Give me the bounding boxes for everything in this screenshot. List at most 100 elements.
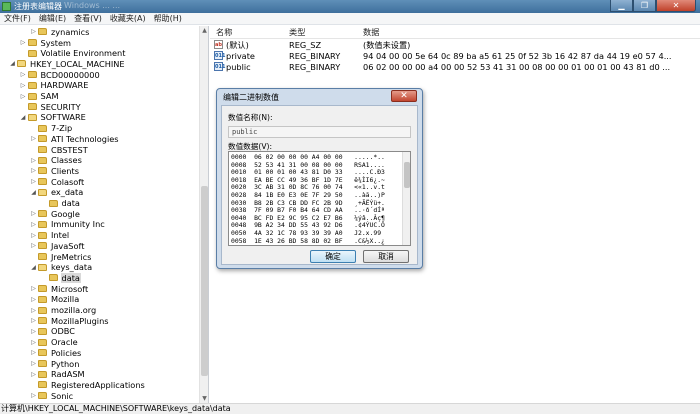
- menu-view[interactable]: 查看(V): [70, 13, 106, 24]
- tree-item[interactable]: ▷ System: [19, 37, 73, 48]
- value-row[interactable]: 011 private REG_BINARY 94 04 00 00 5e 64…: [210, 51, 700, 62]
- expand-arrow-icon[interactable]: ▷: [29, 285, 38, 292]
- minimize-button[interactable]: ▁: [610, 0, 633, 12]
- maximize-button[interactable]: ❐: [633, 0, 656, 12]
- cancel-button[interactable]: 取消: [363, 250, 409, 263]
- hex-editor[interactable]: 0000 06 02 00 00 00 A4 00 00 .....*.. 000…: [228, 151, 411, 246]
- column-header-name[interactable]: 名称: [216, 26, 232, 38]
- tree-item-label: Python: [51, 358, 80, 369]
- tree-item-label: ODBC: [51, 326, 75, 337]
- tree-item[interactable]: SECURITY: [19, 101, 82, 112]
- collapse-arrow-icon[interactable]: ◢: [29, 264, 38, 271]
- tree-item[interactable]: ◢ keys_data: [29, 262, 93, 273]
- expand-arrow-icon[interactable]: ▷: [29, 307, 38, 314]
- tree-item[interactable]: ▷ ODBC: [29, 326, 76, 337]
- expand-arrow-icon[interactable]: ▷: [29, 371, 38, 378]
- tree-item[interactable]: ▷ Intel: [29, 230, 70, 241]
- tree-scrollbar[interactable]: ▲ ▼: [199, 26, 208, 403]
- expand-arrow-icon[interactable]: ▷: [29, 328, 38, 335]
- tree-item[interactable]: ▷ JavaSoft: [29, 241, 85, 252]
- tree-item[interactable]: ▷ HARDWARE: [19, 80, 90, 91]
- folder-icon: [38, 338, 47, 346]
- expand-arrow-icon[interactable]: ▷: [29, 178, 38, 185]
- expand-arrow-icon[interactable]: ▷: [29, 167, 38, 174]
- menu-help[interactable]: 帮助(H): [150, 13, 186, 24]
- expand-arrow-icon[interactable]: ▷: [19, 82, 28, 89]
- tree-item[interactable]: ▷ Clients: [29, 166, 80, 177]
- tree-item-label: SECURITY: [40, 101, 81, 112]
- tree-item[interactable]: ▷ BCD00000000: [19, 69, 101, 80]
- expand-arrow-icon[interactable]: ▷: [19, 93, 28, 100]
- tree-item[interactable]: ▷ Sonic: [29, 390, 74, 401]
- tree-scrollbar-thumb[interactable]: [201, 186, 208, 376]
- scroll-down-arrow-icon[interactable]: ▼: [200, 394, 208, 403]
- scroll-up-arrow-icon[interactable]: ▲: [200, 26, 208, 35]
- collapse-arrow-icon[interactable]: ◢: [19, 114, 28, 121]
- expand-arrow-icon[interactable]: ▷: [29, 296, 38, 303]
- hex-editor-scrollbar[interactable]: [402, 152, 410, 245]
- tree-item-label: Immunity Inc: [51, 219, 105, 230]
- value-name-field[interactable]: public: [228, 126, 411, 138]
- folder-icon: [38, 156, 47, 164]
- tree-item[interactable]: CBSTEST: [29, 144, 89, 155]
- tree-item[interactable]: data: [40, 198, 81, 209]
- tree-item-label: Sonic: [51, 390, 74, 401]
- tree-item[interactable]: ▷ Policies: [29, 348, 82, 359]
- tree-item[interactable]: ▷ mozilla.org: [29, 305, 97, 316]
- registry-tree[interactable]: ▲ ▼ ▷ zynamics ▷ System Volatile Environment…: [0, 26, 209, 403]
- dialog-close-button[interactable]: ✕: [391, 90, 417, 102]
- tree-item[interactable]: ▷ Microsoft: [29, 283, 89, 294]
- expand-arrow-icon[interactable]: ▷: [19, 39, 28, 46]
- tree-item[interactable]: ◢ HKEY_LOCAL_MACHINE: [8, 59, 126, 70]
- tree-item[interactable]: ▷ Mozilla: [29, 294, 80, 305]
- expand-arrow-icon[interactable]: ▷: [29, 392, 38, 399]
- close-button[interactable]: ✕: [656, 0, 696, 12]
- collapse-arrow-icon[interactable]: ◢: [8, 60, 17, 67]
- tree-item[interactable]: ▷ zynamics: [29, 27, 90, 38]
- column-header-type[interactable]: 类型: [289, 26, 305, 38]
- menu-favorites[interactable]: 收藏夹(A): [106, 13, 150, 24]
- tree-item[interactable]: RegisteredApplications: [29, 380, 146, 391]
- folder-icon: [38, 263, 47, 271]
- tree-item-label: JavaSoft: [51, 240, 85, 251]
- menu-edit[interactable]: 编辑(E): [35, 13, 70, 24]
- value-row[interactable]: 011 public REG_BINARY 06 02 00 00 00 a4 …: [210, 62, 700, 73]
- tree-item[interactable]: ▷ Google: [29, 208, 81, 219]
- tree-item[interactable]: ▷ Classes: [29, 155, 83, 166]
- column-header-data[interactable]: 数据: [363, 26, 379, 38]
- tree-item[interactable]: ▷ MozillaPlugins: [29, 315, 110, 326]
- expand-arrow-icon[interactable]: ▷: [29, 360, 38, 367]
- tree-item[interactable]: ▷ Immunity Inc: [29, 219, 106, 230]
- tree-item[interactable]: 7-Zip: [29, 123, 73, 134]
- expand-arrow-icon[interactable]: ▷: [29, 339, 38, 346]
- expand-arrow-icon[interactable]: ▷: [29, 232, 38, 239]
- tree-item[interactable]: ▷ Python: [29, 358, 80, 369]
- menu-file[interactable]: 文件(F): [0, 13, 35, 24]
- expand-arrow-icon[interactable]: ▷: [29, 242, 38, 249]
- expand-arrow-icon[interactable]: ▷: [29, 135, 38, 142]
- tree-item[interactable]: data: [40, 272, 81, 284]
- value-row[interactable]: ab (默认) REG_SZ (数值未设置): [210, 40, 700, 51]
- tree-item[interactable]: ◢ SOFTWARE: [19, 112, 87, 123]
- tree-item[interactable]: ▷ ATI Technologies: [29, 134, 120, 145]
- hex-editor-scrollbar-thumb[interactable]: [404, 162, 410, 188]
- collapse-arrow-icon[interactable]: ◢: [29, 189, 38, 196]
- ok-button[interactable]: 确定: [310, 250, 356, 263]
- expand-arrow-icon[interactable]: ▷: [29, 210, 38, 217]
- tree-item[interactable]: ◢ ex_data: [29, 187, 84, 198]
- tree-item-label: ex_data: [51, 187, 84, 198]
- expand-arrow-icon[interactable]: ▷: [29, 349, 38, 356]
- tree-item[interactable]: ▷ Oracle: [29, 337, 79, 348]
- expand-arrow-icon[interactable]: ▷: [19, 71, 28, 78]
- tree-item[interactable]: ▷ Colasoft: [29, 176, 85, 187]
- expand-arrow-icon[interactable]: ▷: [29, 221, 38, 228]
- expand-arrow-icon[interactable]: ▷: [29, 317, 38, 324]
- expand-arrow-icon[interactable]: ▷: [29, 28, 38, 35]
- expand-arrow-icon[interactable]: ▷: [29, 157, 38, 164]
- tree-item[interactable]: ▷ SAM: [19, 91, 60, 102]
- folder-icon: [38, 306, 47, 314]
- tree-item[interactable]: ▷ RadASM: [29, 369, 86, 380]
- tree-item[interactable]: Volatile Environment: [19, 48, 127, 59]
- folder-icon: [38, 135, 47, 143]
- tree-item[interactable]: JreMetrics: [29, 251, 92, 262]
